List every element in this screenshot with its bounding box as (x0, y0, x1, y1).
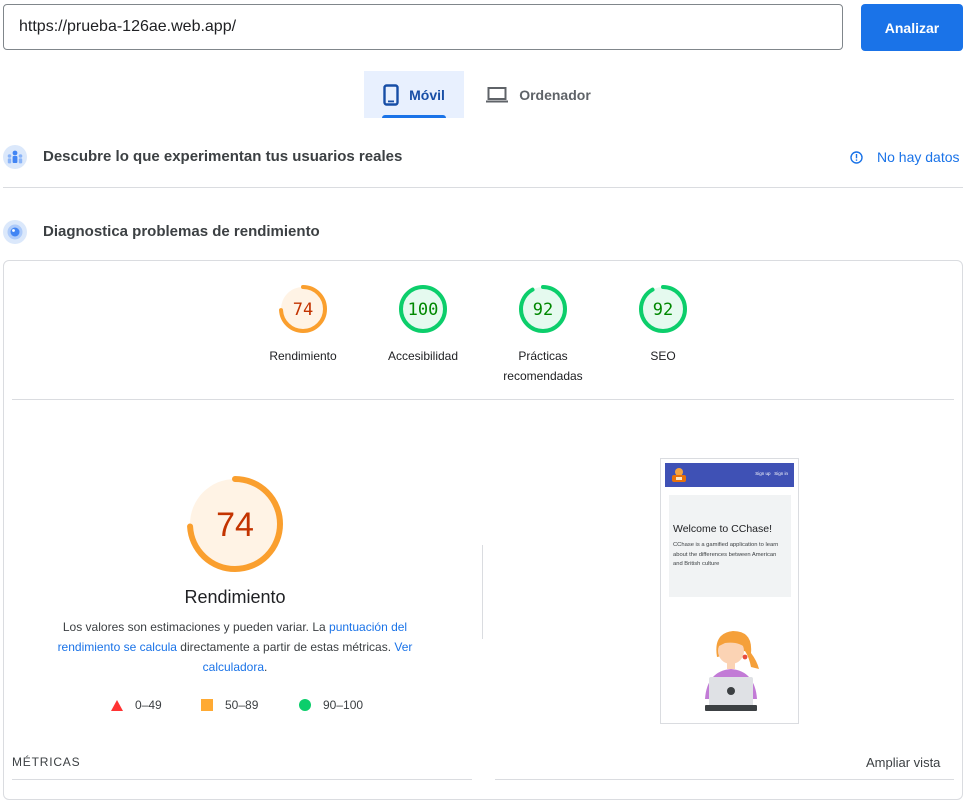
tab-mobile[interactable]: Móvil (364, 71, 464, 118)
laptop-icon (486, 86, 509, 102)
url-input[interactable]: https://prueba-126ae.web.app/ (3, 4, 843, 50)
page-screenshot: Sign up Sign in Welcome to CChase! CChas… (660, 458, 799, 724)
gauge-ring: 100 (399, 285, 447, 333)
legend-average: 50–89 (201, 698, 258, 712)
screenshot-hero: Welcome to CChase! CChase is a gamified … (669, 495, 791, 597)
gauge-score: 74 (293, 300, 313, 320)
lab-data-title: Diagnostica problemas de rendimiento (43, 223, 320, 240)
diagnostics-icon (3, 220, 27, 244)
metrics-heading: MÉTRICAS (12, 755, 81, 769)
gauge-score: 92 (533, 300, 553, 320)
gauge-ring: 74 (279, 285, 327, 333)
metrics-divider-left (12, 779, 472, 780)
card-divider (12, 399, 954, 400)
gauge-accessibility[interactable]: 100 Accesibilidad (368, 283, 478, 386)
legend-range: 0–49 (135, 698, 162, 712)
desc-text: Los valores son estimaciones y pueden va… (62, 620, 330, 634)
app-logo-icon (672, 468, 686, 482)
girl-laptop-illustration (705, 631, 759, 711)
performance-title: Rendimiento (184, 587, 286, 607)
score-gauges: 74 Rendimiento 100 Accesibilidad 92 Prác… (248, 283, 718, 386)
performance-score-large: 74 (216, 506, 254, 544)
gauge-label: Rendimiento (269, 349, 337, 363)
gauge-ring: 92 (519, 285, 567, 333)
no-data-link[interactable]: No hay datos (850, 149, 960, 165)
triangle-icon (111, 699, 123, 711)
legend-range: 90–100 (323, 698, 364, 712)
screenshot-body: CChase is a gamified application to lear… (673, 542, 779, 567)
gauge-ring: 92 (639, 285, 687, 333)
no-data-label: No hay datos (877, 149, 960, 165)
desc-text: directamente a partir de estas métricas. (176, 640, 395, 654)
gauge-label: Prácticas recomendadas (503, 349, 583, 383)
users-icon (3, 145, 27, 169)
gauge-seo[interactable]: 92 SEO (608, 283, 718, 386)
performance-gauge-large: 74 (187, 476, 283, 572)
tab-desktop[interactable]: Ordenador (478, 71, 598, 118)
gauge-score: 92 (653, 300, 673, 320)
metrics-divider-right (495, 779, 954, 780)
gauge-performance[interactable]: 74 Rendimiento (248, 283, 358, 386)
legend-pass: 90–100 (299, 698, 363, 712)
analyze-button[interactable]: Analizar (861, 4, 963, 51)
gauge-label: SEO (650, 349, 676, 363)
square-icon (201, 699, 213, 711)
gauge-score: 100 (408, 300, 439, 320)
legend-fail: 0–49 (111, 698, 162, 712)
section-divider (3, 187, 963, 188)
field-data-title: Descubre lo que experimentan tus usuario… (43, 148, 403, 165)
expand-view-button[interactable]: Ampliar vista (866, 755, 940, 770)
gauge-label: Accesibilidad (387, 349, 459, 363)
circle-icon (299, 699, 311, 711)
tab-mobile-label: Móvil (409, 86, 445, 103)
desc-text: . (264, 660, 268, 674)
gauge-best-practices[interactable]: 92 Prácticas recomendadas (488, 283, 598, 386)
performance-description: Los valores son estimaciones y pueden va… (50, 617, 420, 677)
smartphone-icon (383, 83, 399, 106)
tab-desktop-label: Ordenador (519, 86, 591, 103)
info-icon (850, 150, 863, 164)
vertical-divider (482, 545, 483, 639)
screenshot-nav-links: Sign up Sign in (755, 471, 788, 476)
legend-range: 50–89 (225, 698, 259, 712)
active-tab-indicator (382, 115, 446, 118)
screenshot-navbar: Sign up Sign in (665, 463, 794, 487)
screenshot-heading: Welcome to CChase! (673, 523, 773, 535)
